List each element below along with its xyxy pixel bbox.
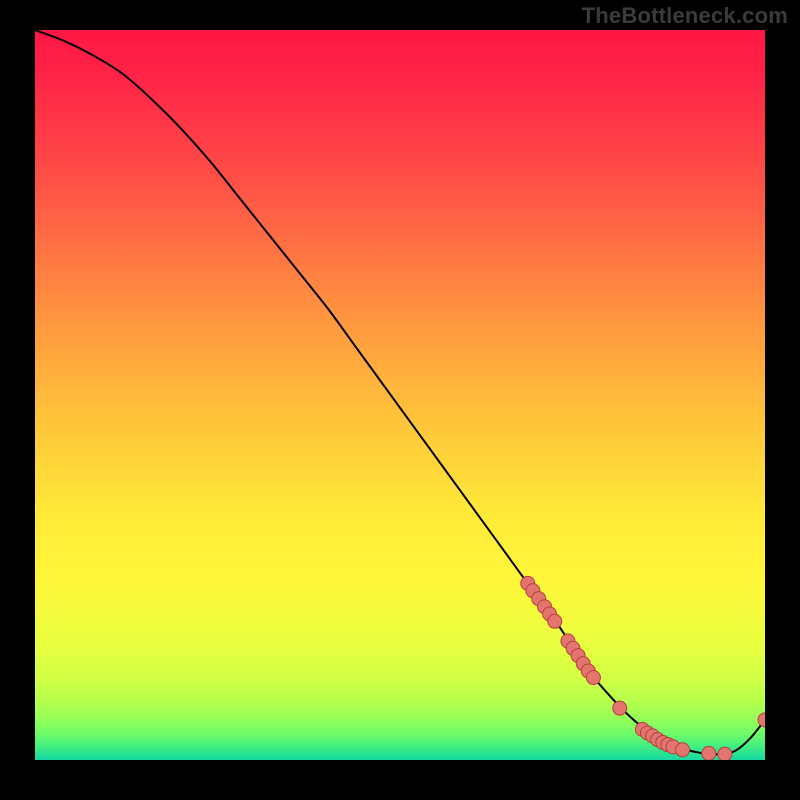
watermark-label: TheBottleneck.com	[582, 3, 788, 29]
data-marker	[586, 671, 600, 685]
plot-svg	[35, 30, 765, 760]
data-marker	[548, 614, 562, 628]
chart-stage: TheBottleneck.com	[0, 0, 800, 800]
data-marker	[613, 701, 627, 715]
plot-area	[35, 30, 765, 760]
gradient-background	[35, 30, 765, 760]
data-marker	[702, 746, 716, 760]
data-marker	[676, 743, 690, 757]
data-marker	[718, 747, 732, 760]
